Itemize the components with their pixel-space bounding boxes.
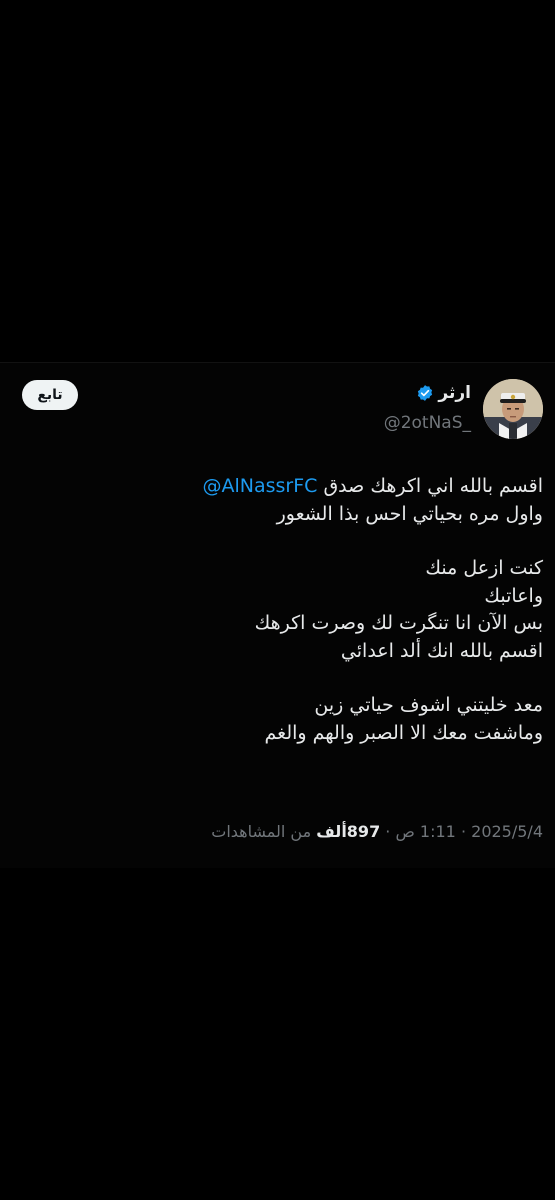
tweet-line-1: اقسم بالله اني اكرهك صدق @AlNassrFC bbox=[23, 473, 543, 501]
tweet-line-4: واعاتبك bbox=[484, 584, 543, 607]
tweet-line-6: اقسم بالله انك ألد اعدائي bbox=[340, 639, 543, 662]
tweet-line-7: معد خليتني اشوف حياتي زين bbox=[314, 694, 543, 716]
tweet-text: اقسم بالله اني اكرهك صدق @AlNassrFC واول… bbox=[23, 473, 543, 747]
avatar[interactable] bbox=[483, 379, 543, 439]
meta-separator: · bbox=[460, 822, 467, 841]
tweet-line-3: كنت ازعل منك bbox=[425, 557, 543, 579]
tweet-line-8: وماشفت معك الا الصبر والهم والغم bbox=[264, 721, 543, 744]
meta-separator: · bbox=[385, 822, 391, 841]
views-count[interactable]: 897ألف bbox=[316, 822, 380, 841]
author-display-name[interactable]: ارثر bbox=[438, 383, 471, 403]
tweet-time[interactable]: 1:11 ص bbox=[395, 822, 455, 841]
views-label: من المشاهدات bbox=[211, 822, 312, 841]
views-unit: ألف bbox=[316, 822, 347, 841]
tweet-line-5: بس الآن انا تنگرت لك وصرت اكرهك bbox=[254, 612, 543, 634]
follow-button[interactable]: تابع bbox=[22, 380, 78, 410]
verified-badge-icon bbox=[416, 384, 434, 402]
screen: ارثر @2otNaS_ تابع اقسم بالله اني اكرهك … bbox=[0, 0, 555, 1200]
tweet-card[interactable]: ارثر @2otNaS_ تابع اقسم بالله اني اكرهك … bbox=[0, 362, 555, 868]
tweet-line-1-text: اقسم بالله اني اكرهك صدق bbox=[323, 475, 543, 497]
author-name-row[interactable]: ارثر bbox=[416, 383, 471, 403]
tweet-metadata: 2025/5/4 · 1:11 ص · 897ألف من المشاهدات bbox=[211, 822, 543, 841]
views-number: 897 bbox=[346, 822, 381, 841]
author-handle[interactable]: @2otNaS_ bbox=[384, 413, 471, 433]
mention-link[interactable]: @AlNassrFC bbox=[202, 475, 317, 497]
tweet-line-2: واول مره بحياتي احس بذا الشعور bbox=[276, 502, 543, 525]
profile-photo-icon bbox=[483, 379, 543, 439]
tweet-date[interactable]: 2025/5/4 bbox=[471, 822, 543, 841]
